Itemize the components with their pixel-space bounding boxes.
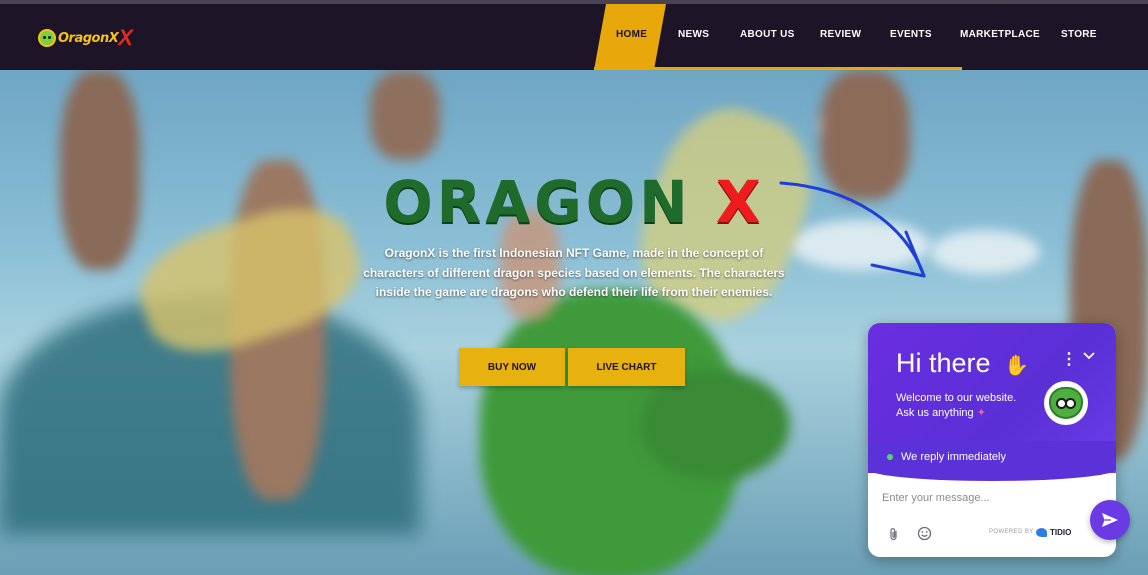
nav-marketplace[interactable]: MARKETPLACE bbox=[960, 29, 1040, 40]
nav-news[interactable]: NEWS bbox=[678, 29, 709, 40]
dragon-avatar-icon bbox=[1049, 387, 1083, 419]
brand-logo-x-mark: X bbox=[118, 25, 133, 50]
chat-welcome-line-2-row: Ask us anything ✦ bbox=[896, 406, 1016, 421]
chat-agent-avatar bbox=[1044, 381, 1088, 425]
nav-events[interactable]: EVENTS bbox=[890, 29, 932, 40]
chat-message-input[interactable] bbox=[882, 489, 1082, 507]
chat-welcome-line-1: Welcome to our website. bbox=[896, 392, 1017, 404]
nav-store[interactable]: STORE bbox=[1061, 29, 1097, 40]
hero-description: OragonX is the first Indonesian NFT Game… bbox=[363, 246, 785, 299]
brand-logo-text: OragonX bbox=[58, 30, 119, 46]
chat-welcome-text: Welcome to our website. Ask us anything … bbox=[896, 391, 1016, 421]
hero-title: ORAGON X bbox=[0, 168, 1148, 236]
chat-welcome-line-2: Ask us anything bbox=[896, 407, 974, 419]
emoji-icon[interactable] bbox=[917, 526, 932, 541]
nav-home[interactable]: HOME bbox=[616, 29, 647, 40]
bg-rock-pillar bbox=[370, 70, 440, 160]
bg-dragon-head bbox=[640, 370, 790, 480]
nav-review[interactable]: REVIEW bbox=[820, 29, 861, 40]
chevron-down-icon[interactable] bbox=[1083, 351, 1095, 361]
bg-cloud bbox=[930, 230, 1040, 274]
chat-status-text: We reply immediately bbox=[901, 451, 1006, 463]
send-arrow-icon bbox=[1102, 513, 1118, 527]
buy-now-button[interactable]: BUY NOW bbox=[459, 348, 565, 386]
powered-by-label: POWERED BY bbox=[989, 529, 1034, 535]
chat-widget: Hi there ✋ ⋮ Welcome to our website. Ask… bbox=[868, 323, 1116, 557]
waving-hand-icon: ✋ bbox=[1004, 355, 1029, 377]
send-message-button[interactable] bbox=[1090, 500, 1130, 540]
brand-logo[interactable]: OragonX X bbox=[38, 26, 133, 50]
chat-options-icon[interactable]: ⋮ bbox=[1061, 349, 1077, 369]
dragon-badge-icon bbox=[38, 29, 56, 47]
live-chart-button[interactable]: LIVE CHART bbox=[568, 348, 685, 386]
tidio-logo-icon bbox=[1036, 528, 1047, 537]
hero-title-main: ORAGON bbox=[383, 168, 692, 236]
online-status-dot bbox=[887, 454, 893, 460]
paperclip-icon[interactable] bbox=[889, 527, 899, 541]
nav-about-us[interactable]: ABOUT US bbox=[740, 29, 795, 40]
party-popper-icon: ✦ bbox=[976, 407, 986, 419]
tidio-brand-text[interactable]: TIDIO bbox=[1050, 528, 1071, 537]
hero-title-accent: X bbox=[715, 168, 765, 236]
chat-greeting: Hi there bbox=[896, 348, 991, 378]
